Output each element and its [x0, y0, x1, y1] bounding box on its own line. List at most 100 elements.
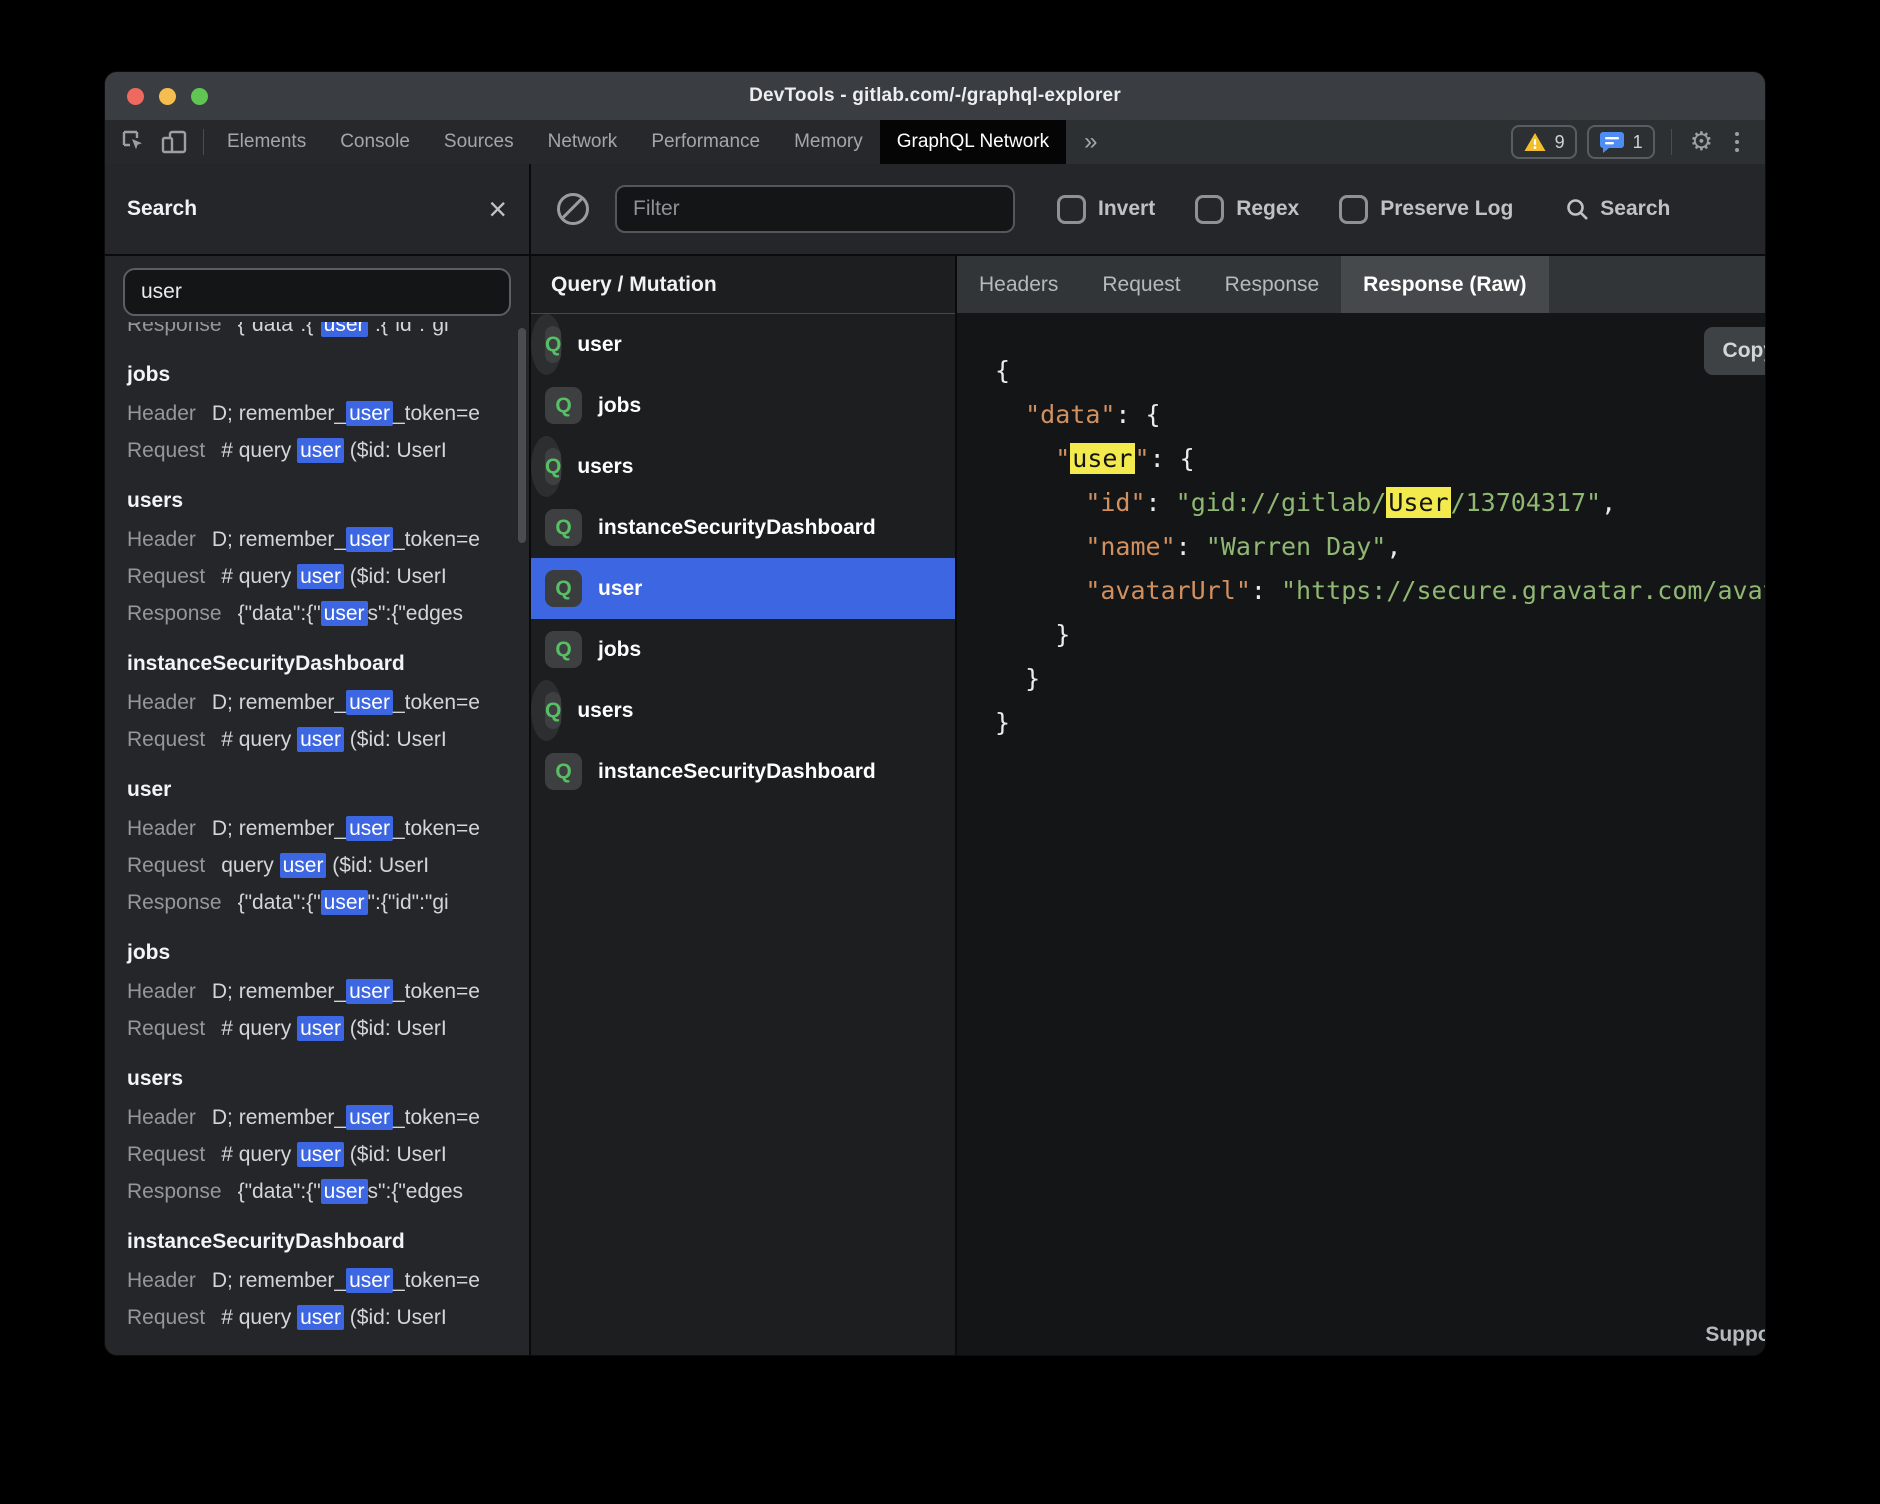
search-result-entry-name[interactable]: users	[127, 1059, 529, 1099]
tab-sources[interactable]: Sources	[427, 120, 531, 164]
query-row-users[interactable]: Qusers	[531, 436, 562, 497]
search-input[interactable]	[123, 268, 511, 316]
search-result-line[interactable]: Response{"data":{"users":{"edges	[127, 1173, 529, 1210]
json-token: : {	[1115, 400, 1160, 429]
more-options-icon[interactable]	[1725, 132, 1749, 152]
search-result-line[interactable]: Request# query user ($id: UserI	[127, 1299, 529, 1336]
search-result-line[interactable]: Response{"data":{"user":{"id":"gi	[127, 322, 529, 343]
search-result-line[interactable]: Request# query user ($id: UserI	[127, 558, 529, 595]
value-text: _token=e	[393, 980, 480, 1003]
query-row-label: instanceSecurityDashboard	[598, 760, 876, 784]
search-result-line[interactable]: Request# query user ($id: UserI	[127, 1136, 529, 1173]
match-highlight: user	[297, 1016, 344, 1041]
search-result-line[interactable]: Response{"data":{"users":{"edges	[127, 595, 529, 632]
search-result-line[interactable]: HeaderD; remember_user_token=e	[127, 1099, 529, 1136]
search-result-line[interactable]: Request# query user ($id: UserI	[127, 721, 529, 758]
search-result-entry-name[interactable]: user	[127, 770, 529, 810]
checkbox-invert[interactable]: Invert	[1057, 195, 1155, 224]
search-result-line[interactable]: HeaderD; remember_user_token=e	[127, 395, 529, 432]
response-tabs: HeadersRequestResponseResponse (Raw)×	[957, 256, 1765, 313]
search-result-entry-name[interactable]: jobs	[127, 933, 529, 973]
checkbox-regex[interactable]: Regex	[1195, 195, 1299, 224]
search-panel-close-icon[interactable]: ×	[488, 194, 507, 224]
query-row-user[interactable]: Quser	[531, 558, 955, 619]
tab-performance[interactable]: Performance	[634, 120, 777, 164]
device-toolbar-icon[interactable]	[157, 125, 191, 159]
search-result-line[interactable]: HeaderD; remember_user_token=e	[127, 521, 529, 558]
tab-memory[interactable]: Memory	[777, 120, 880, 164]
value-text: # query	[221, 1017, 297, 1040]
value-text: ($id: UserI	[344, 728, 447, 751]
checkbox-label: Regex	[1236, 197, 1299, 221]
search-result-line[interactable]: Request# query user ($id: UserI	[127, 1010, 529, 1047]
result-line-label: Request	[127, 1017, 205, 1040]
minimize-window-button[interactable]	[159, 88, 176, 105]
checkbox-preserve-log[interactable]: Preserve Log	[1339, 195, 1513, 224]
support-link[interactable]: Support	[1705, 1323, 1765, 1347]
match-highlight: user	[346, 401, 393, 426]
tab-network[interactable]: Network	[531, 120, 635, 164]
value-text: s":{"edges	[368, 602, 463, 625]
inspect-element-icon[interactable]	[117, 125, 151, 159]
filter-input[interactable]	[615, 185, 1015, 233]
query-row-users[interactable]: Qusers	[531, 680, 562, 741]
search-result-line[interactable]: Response{"data":{"user":{"id":"gi	[127, 884, 529, 921]
copy-button[interactable]: Copy	[1704, 327, 1765, 375]
zoom-window-button[interactable]	[191, 88, 208, 105]
result-line-label: Header	[127, 1106, 196, 1129]
response-tab-headers[interactable]: Headers	[957, 256, 1080, 313]
scrollbar-thumb[interactable]	[518, 328, 526, 543]
json-token: }	[995, 664, 1040, 693]
json-token: "	[1055, 444, 1070, 473]
clear-requests-icon[interactable]	[557, 193, 589, 225]
search-result-line[interactable]: HeaderD; remember_user_token=e	[127, 973, 529, 1010]
value-text: # query	[221, 1143, 297, 1166]
result-line-value: {"data":{"user":{"id":"gi	[238, 890, 449, 915]
search-result-entry-name[interactable]: instanceSecurityDashboard	[127, 644, 529, 684]
result-line-value: # query user ($id: UserI	[221, 438, 446, 463]
search-result-line[interactable]: HeaderD; remember_user_token=e	[127, 1262, 529, 1299]
result-line-value: D; remember_user_token=e	[212, 816, 480, 841]
value-text: D; remember_	[212, 980, 346, 1003]
query-row-instancesecuritydashboard[interactable]: QinstanceSecurityDashboard	[531, 497, 955, 558]
response-tab-response-raw[interactable]: Response (Raw)	[1341, 256, 1548, 313]
more-tabs-button[interactable]: »	[1066, 128, 1115, 156]
result-line-value: {"data":{"users":{"edges	[238, 601, 463, 626]
value-text: ($id: UserI	[326, 854, 429, 877]
json-token: :	[1146, 488, 1176, 517]
tab-elements[interactable]: Elements	[210, 120, 323, 164]
response-tab-response[interactable]: Response	[1203, 256, 1342, 313]
response-tab-request[interactable]: Request	[1080, 256, 1202, 313]
value-text: ($id: UserI	[344, 439, 447, 462]
search-result-line[interactable]: HeaderD; remember_user_token=e	[127, 810, 529, 847]
tab-bar-right-controls: » 9 1 ⚙	[1066, 120, 1765, 164]
value-text: _token=e	[393, 691, 480, 714]
settings-gear-icon[interactable]: ⚙	[1678, 127, 1725, 157]
query-row-jobs[interactable]: Qjobs	[531, 375, 955, 436]
value-text: _token=e	[393, 817, 480, 840]
toolbar-search-button[interactable]: Search	[1565, 197, 1670, 222]
match-highlight: user	[321, 601, 368, 626]
title-bar: DevTools - gitlab.com/-/graphql-explorer	[105, 72, 1765, 120]
result-line-label: Header	[127, 1269, 196, 1292]
search-result-line[interactable]: HeaderD; remember_user_token=e	[127, 684, 529, 721]
close-window-button[interactable]	[127, 88, 144, 105]
query-row-instancesecuritydashboard[interactable]: QinstanceSecurityDashboard	[531, 741, 955, 802]
match-highlight: user	[346, 1105, 393, 1130]
value-text: ":{"id":"gi	[368, 891, 449, 914]
match-highlight: user	[297, 438, 344, 463]
search-result-entry-name[interactable]: users	[127, 481, 529, 521]
search-result-line[interactable]: Request# query user ($id: UserI	[127, 432, 529, 469]
value-text: {"data":{"	[238, 891, 321, 914]
query-row-jobs[interactable]: Qjobs	[531, 619, 955, 680]
issues-badge[interactable]: 1	[1587, 125, 1655, 159]
warnings-badge[interactable]: 9	[1511, 125, 1577, 159]
query-row-user[interactable]: Quser	[531, 314, 562, 375]
search-result-entry-name[interactable]: jobs	[127, 355, 529, 395]
search-result-line[interactable]: Requestquery user ($id: UserI	[127, 847, 529, 884]
search-result-entry-name[interactable]: instanceSecurityDashboard	[127, 1222, 529, 1262]
query-list-panel: Query / Mutation QuserQjobsQusersQinstan…	[531, 256, 957, 1355]
tab-console[interactable]: Console	[323, 120, 427, 164]
tab-graphql-network[interactable]: GraphQL Network	[880, 120, 1066, 164]
result-line-label: Response	[127, 322, 222, 336]
